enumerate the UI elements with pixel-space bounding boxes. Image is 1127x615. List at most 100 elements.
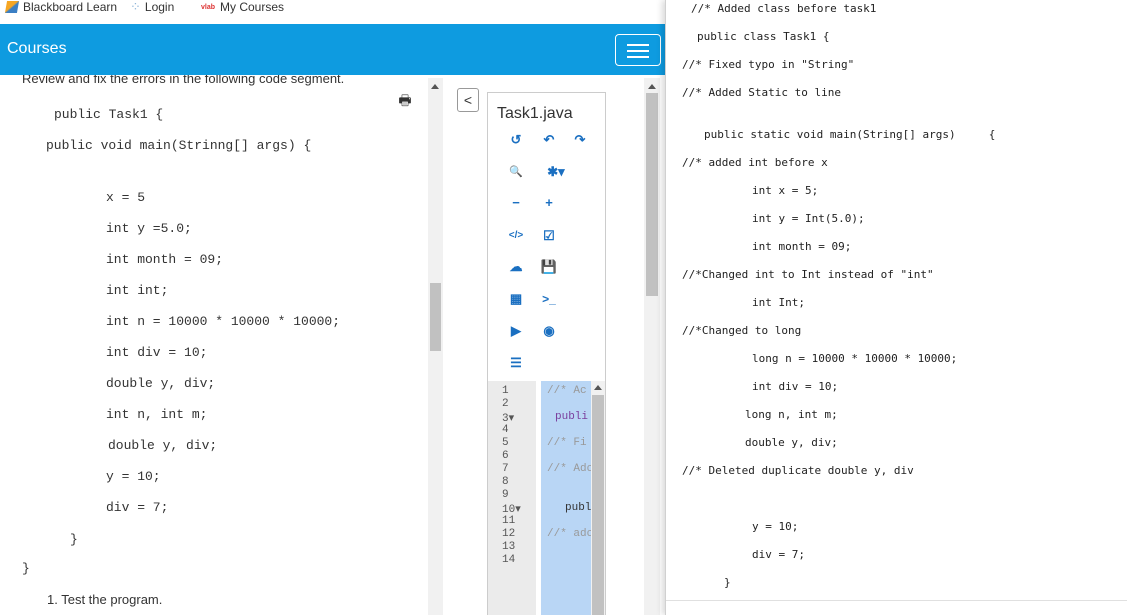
code-line: div = 7; [106,500,169,515]
scroll-up-arrow[interactable] [648,84,656,89]
editor-line: //* Ac [547,385,587,397]
code-line: } [70,532,78,547]
assignment-content: Review and fix the errors in the followi… [0,75,428,615]
line-number: 4 [502,424,509,436]
step-text: 1. Test the program. [47,592,163,607]
line-number: 7 [502,463,509,475]
grid-icon[interactable]: ▦ [506,291,526,307]
header-title: Courses [7,40,67,57]
code-line: public void main(Strinng[] args) { [46,138,312,153]
scroll-thumb[interactable] [430,283,441,351]
bookmark-label: Login [144,0,175,14]
answer-line: int x = 5; [752,184,819,197]
scroll-up-arrow[interactable] [431,84,439,89]
code-line: } [22,561,30,576]
editor-text-area[interactable]: //* Ac publi //* Fi //* Adc publ //* adc [541,381,591,615]
line-number: 13 [502,541,516,553]
zoom-in-icon[interactable]: + [539,195,559,211]
code-line: int div = 10; [106,345,208,360]
hamburger-icon [627,44,649,46]
bookmark-login[interactable]: ⁘ Login [130,0,174,14]
upload-cloud-icon[interactable]: ☁ [506,259,526,275]
page-scrollbar[interactable] [644,78,660,615]
editor-line: publi [555,411,589,423]
answer-line: int Int; [752,296,805,309]
editor-line: publ [565,502,591,514]
print-button[interactable]: 🖶 [390,90,420,114]
editor-scrollbar[interactable] [591,381,605,615]
line-number-gutter: 1 2 3▾ 4 5 6 7 8 9 10▾ 11 12 13 14 [488,381,536,615]
answer-line: div = 7; [752,548,805,561]
line-number: 1 [502,385,509,397]
code-line: int n = 10000 * 10000 * 10000; [106,314,341,329]
preview-eye-icon[interactable]: ◉ [539,323,559,339]
code-line: public Task1 { [54,107,164,122]
collapse-editor-button[interactable]: < [457,88,479,112]
scroll-thumb[interactable] [646,93,658,296]
blackboard-icon [4,1,20,13]
line-number: 2 [502,398,509,410]
answer-line: //*Changed int to Int instead of "int" [682,268,934,281]
print-icon: 🖶 [398,92,412,108]
code-line: int month = 09; [106,252,224,267]
courses-header: Courses [0,24,665,75]
content-scrollbar[interactable] [428,78,443,615]
chevron-left-icon: < [463,92,473,108]
answer-line: //*Changed to long [682,324,802,337]
line-number: 12 [502,528,516,540]
code-editor-panel: Task1.java ↺ ↶ ↷ 🔍 ✱▾ − + </> ☑ ☁ 💾 ▦ >_… [487,92,606,615]
bookmark-label: My Courses [220,0,285,14]
search-icon[interactable]: 🔍 [506,164,526,180]
code-line: x = 5 [106,190,146,205]
line-number: 3▾ [502,413,515,425]
bookmark-my-courses[interactable]: vlab My Courses [201,0,284,14]
scroll-thumb[interactable] [592,395,604,615]
line-number: 9 [502,489,509,501]
line-number: 5 [502,437,509,449]
line-number: 6 [502,450,509,462]
settings-dropdown-icon[interactable]: ✱▾ [541,164,571,180]
line-number: 14 [502,554,516,566]
answer-line: public static void main(String[] args) { [704,128,996,141]
answer-line: //* Fixed typo in "String" [682,58,855,71]
line-number: 8 [502,476,509,488]
check-icon[interactable]: ☑ [539,228,559,244]
editor-filename: Task1.java [497,105,573,122]
zoom-out-icon[interactable]: − [506,195,526,211]
terminal-icon[interactable]: >_ [539,291,559,307]
run-icon[interactable]: ▶ [506,323,526,339]
assignment-intro: Review and fix the errors in the followi… [22,75,345,86]
answer-line: double y, div; [745,436,838,449]
reset-icon[interactable]: ↺ [506,132,526,148]
answer-line: int y = Int(5.0); [752,212,865,225]
answer-line: //* added int before x [682,156,828,169]
undo-icon[interactable]: ↶ [539,132,559,148]
code-line: double y, div; [108,438,218,453]
list-icon[interactable]: ☰ [506,355,526,371]
panel-footer-divider [666,600,1127,615]
answer-line: long n, int m; [745,408,838,421]
answer-line: int div = 10; [752,380,839,393]
code-line: int y =5.0; [106,221,192,236]
hamburger-menu-button[interactable] [615,34,661,66]
code-format-icon[interactable]: </> [504,228,528,244]
bookmarks-bar: Blackboard Learn ⁘ Login vlab My Courses [0,0,665,24]
line-number: 11 [502,515,516,527]
editor-line: //* Fi [547,437,587,449]
answer-line: } [724,576,731,589]
code-line: double y, div; [106,376,216,391]
hamburger-icon-bar [627,50,649,52]
login-icon: ⁘ [130,0,141,14]
bookmark-blackboard-learn[interactable]: Blackboard Learn [4,0,117,14]
redo-icon[interactable]: ↷ [570,132,590,148]
line-number: 10▾ [502,504,521,516]
vlab-icon: vlab [201,3,216,11]
scroll-up-arrow[interactable] [594,385,602,390]
answer-line: //* Deleted duplicate double y, div [682,464,914,477]
code-line: int n, int m; [106,407,208,422]
answer-line: //* Added class before task1 [691,2,877,15]
save-icon[interactable]: 💾 [539,259,559,275]
editor-line: //* adc [547,528,591,540]
answer-line: //* Added Static to line [682,86,841,99]
answer-line: public class Task1 { [697,30,830,43]
